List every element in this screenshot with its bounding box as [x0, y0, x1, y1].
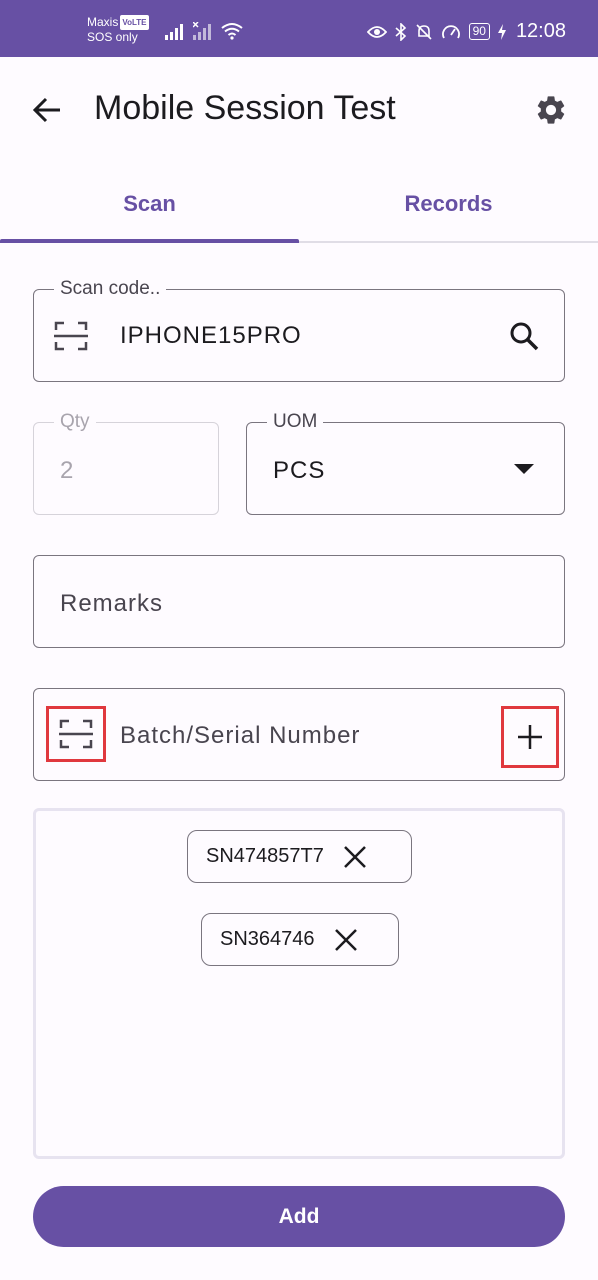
arrow-back-icon — [32, 97, 60, 123]
app-bar: Mobile Session Test — [0, 57, 598, 167]
qty-value: 2 — [60, 457, 75, 484]
settings-button[interactable] — [533, 92, 569, 128]
signal-icons — [165, 22, 243, 40]
batch-serial-field[interactable]: Batch/Serial Number — [33, 688, 565, 781]
scan-code-value[interactable]: IPHONE15PRO — [120, 322, 302, 350]
bell-muted-icon — [416, 23, 432, 40]
serial-chip[interactable]: SN474857T7 — [187, 830, 412, 883]
eye-icon — [366, 25, 387, 38]
carrier-name: Maxis — [87, 15, 119, 29]
wifi-icon — [221, 23, 243, 40]
plus-icon[interactable] — [501, 706, 559, 768]
batch-serial-placeholder[interactable]: Batch/Serial Number — [120, 722, 360, 750]
search-icon[interactable] — [506, 319, 542, 353]
close-icon[interactable] — [340, 842, 370, 872]
status-bar: Maxis VoLTE SOS only 90 12:08 — [0, 0, 598, 57]
add-button[interactable]: Add — [33, 1186, 565, 1247]
bluetooth-icon — [395, 22, 406, 41]
gear-icon — [537, 96, 565, 124]
tab-records[interactable]: Records — [299, 167, 598, 241]
scan-code-field[interactable]: Scan code.. IPHONE15PRO — [33, 277, 565, 382]
speed-gauge-icon — [441, 24, 460, 38]
close-icon[interactable] — [331, 925, 361, 955]
uom-value[interactable]: PCS — [273, 457, 325, 485]
barcode-scan-icon[interactable] — [46, 706, 106, 762]
battery-indicator: 90 — [468, 23, 490, 40]
status-right-icons: 90 12:08 — [366, 20, 566, 43]
remarks-field[interactable]: Remarks — [33, 555, 565, 648]
serial-number-list: SN474857T7 SN364746 — [33, 808, 565, 1159]
tab-bar: Scan Records — [0, 167, 598, 243]
uom-label: UOM — [267, 410, 324, 434]
sos-text: SOS only — [87, 30, 138, 44]
dropdown-arrow-icon[interactable] — [509, 457, 539, 481]
signal-icon — [165, 24, 183, 40]
back-button[interactable] — [30, 93, 64, 127]
serial-chip-label: SN474857T7 — [206, 845, 324, 867]
serial-chip-label: SN364746 — [220, 928, 315, 950]
tab-scan[interactable]: Scan — [0, 167, 299, 243]
uom-select[interactable]: UOM PCS — [246, 410, 565, 515]
qty-field: Qty 2 — [33, 410, 219, 515]
serial-chip[interactable]: SN364746 — [201, 913, 399, 966]
barcode-scan-icon[interactable] — [53, 319, 89, 353]
clock: 12:08 — [515, 20, 566, 42]
volte-badge: VoLTE — [120, 15, 149, 30]
qty-label: Qty — [54, 410, 96, 434]
remarks-placeholder[interactable]: Remarks — [60, 590, 163, 618]
page-title: Mobile Session Test — [94, 89, 396, 127]
charging-icon — [497, 23, 506, 40]
carrier-info: Maxis VoLTE SOS only — [87, 15, 149, 45]
scan-code-label: Scan code.. — [54, 277, 167, 301]
signal-no-service-icon — [193, 22, 211, 40]
